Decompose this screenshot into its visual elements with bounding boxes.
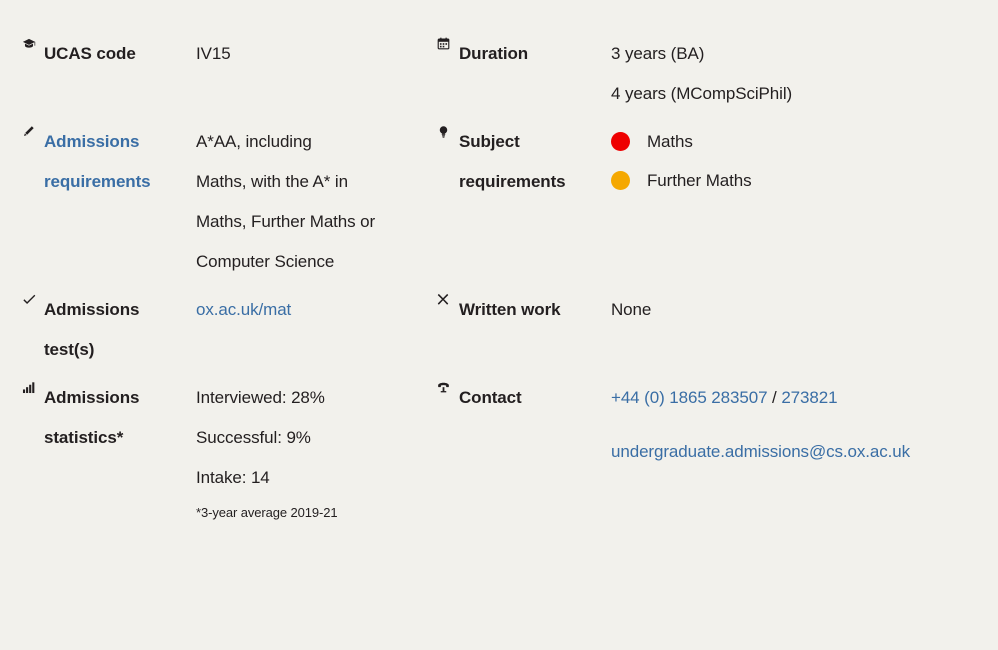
admissions-test-label-line-1: Admissions xyxy=(44,300,140,319)
calendar-icon xyxy=(437,34,459,50)
admissions-test-link[interactable]: ox.ac.uk/mat xyxy=(196,300,291,319)
contact-phone-separator: / xyxy=(767,388,782,407)
admissions-statistics-intake: Intake: 14 xyxy=(196,468,270,487)
duration-line-ba: 3 years (BA) xyxy=(611,44,705,63)
fact-value-contact: +44 (0) 1865 283507 / 273821 undergradua… xyxy=(611,378,998,472)
fact-subject-requirements: Subject requirements Maths Further Maths xyxy=(437,122,998,290)
contact-phone-line: +44 (0) 1865 283507 / 273821 xyxy=(611,378,998,418)
fact-written-work: Written work None xyxy=(437,290,998,378)
admissions-requirements-label-line-2: requirements xyxy=(44,172,151,191)
admissions-requirements-line-2: Maths, with the A* in xyxy=(196,172,348,191)
pencil-icon xyxy=(22,122,44,138)
admissions-requirements-line-1: A*AA, including xyxy=(196,132,312,151)
fact-label-admissions-requirements[interactable]: Admissions requirements xyxy=(44,122,196,202)
fact-label-duration: Duration xyxy=(459,44,529,63)
fact-value-written-work: None xyxy=(611,300,652,319)
admissions-test-label-line-2: test(s) xyxy=(44,340,95,359)
contact-email-link[interactable]: undergraduate.admissions@cs.ox.ac.uk xyxy=(611,442,910,461)
admissions-statistics-label-line-2: statistics* xyxy=(44,428,124,447)
subject-status-dot-recommended xyxy=(611,171,630,190)
admissions-requirements-label-line-1: Admissions xyxy=(44,132,140,151)
lightbulb-icon xyxy=(437,122,459,138)
fact-label-ucas-code: UCAS code xyxy=(44,44,136,63)
fact-value-duration: 3 years (BA) 4 years (MCompSciPhil) xyxy=(611,34,998,114)
admissions-statistics-successful: Successful: 9% xyxy=(196,428,311,447)
telephone-icon xyxy=(437,378,459,394)
check-icon xyxy=(22,290,44,307)
fact-label-admissions-test: Admissions test(s) xyxy=(44,290,196,370)
admissions-statistics-label-line-1: Admissions xyxy=(44,388,140,407)
subject-name-further-maths: Further Maths xyxy=(647,171,752,190)
fact-duration: Duration 3 years (BA) 4 years (MCompSciP… xyxy=(437,34,998,122)
admissions-statistics-footnote: *3-year average 2019-21 xyxy=(196,505,338,520)
fact-label-written-work: Written work xyxy=(459,300,561,319)
subject-requirements-label-line-1: Subject xyxy=(459,132,520,151)
fact-label-contact: Contact xyxy=(459,388,522,407)
list-item: Further Maths xyxy=(611,161,998,200)
mortarboard-icon xyxy=(22,34,44,51)
subject-requirements-label-line-2: requirements xyxy=(459,172,566,191)
fact-admissions-statistics: Admissions statistics* Interviewed: 28% … xyxy=(22,378,437,534)
fact-value-admissions-test: ox.ac.uk/mat xyxy=(196,290,437,330)
cross-icon xyxy=(437,290,459,305)
fact-value-subject-requirements: Maths Further Maths xyxy=(611,122,998,200)
admissions-requirements-line-3: Maths, Further Maths or xyxy=(196,212,376,231)
fact-label-subject-requirements: Subject requirements xyxy=(459,122,611,202)
list-item: Maths xyxy=(611,122,998,161)
fact-admissions-requirements: Admissions requirements A*AA, including … xyxy=(22,122,437,290)
course-facts-grid: UCAS code IV15 Duration 3 years (BA) 4 y… xyxy=(0,0,998,534)
fact-admissions-test: Admissions test(s) ox.ac.uk/mat xyxy=(22,290,437,378)
fact-value-admissions-requirements: A*AA, including Maths, with the A* in Ma… xyxy=(196,122,437,282)
fact-label-admissions-statistics: Admissions statistics* xyxy=(44,378,196,458)
subject-requirements-list: Maths Further Maths xyxy=(611,122,998,200)
bar-chart-icon xyxy=(22,378,44,394)
subject-status-dot-essential xyxy=(611,132,630,151)
course-facts-panel: UCAS code IV15 Duration 3 years (BA) 4 y… xyxy=(0,0,998,650)
fact-value-admissions-statistics: Interviewed: 28% Successful: 9% Intake: … xyxy=(196,378,437,526)
fact-ucas-code: UCAS code IV15 xyxy=(22,34,437,122)
contact-phone-primary-link[interactable]: +44 (0) 1865 283507 xyxy=(611,388,768,407)
admissions-requirements-line-4: Computer Science xyxy=(196,252,335,271)
fact-contact: Contact +44 (0) 1865 283507 / 273821 und… xyxy=(437,378,998,534)
duration-line-mcompsciphil: 4 years (MCompSciPhil) xyxy=(611,84,793,103)
fact-value-ucas-code: IV15 xyxy=(196,44,231,63)
admissions-statistics-interviewed: Interviewed: 28% xyxy=(196,388,325,407)
contact-phone-secondary-link[interactable]: 273821 xyxy=(781,388,837,407)
subject-name-maths: Maths xyxy=(647,132,693,151)
contact-email-line: undergraduate.admissions@cs.ox.ac.uk xyxy=(611,432,998,472)
